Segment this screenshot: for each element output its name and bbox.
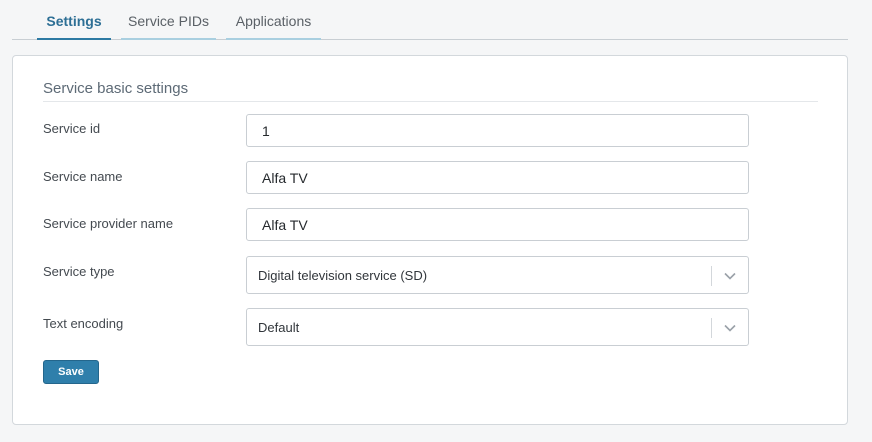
text-encoding-select[interactable]: Default (246, 308, 749, 346)
tab-service-pids[interactable]: Service PIDs (121, 0, 216, 40)
text-encoding-value: Default (258, 320, 300, 335)
service-id-input[interactable] (246, 114, 749, 147)
service-type-value: Digital television service (SD) (258, 268, 428, 283)
settings-panel: Service basic settings Service id Servic… (12, 55, 848, 425)
service-type-select[interactable]: Digital television service (SD) (246, 256, 749, 294)
service-name-input[interactable] (246, 161, 749, 194)
select-separator (711, 318, 712, 338)
tab-applications[interactable]: Applications (226, 0, 321, 40)
chevron-down-icon[interactable] (723, 321, 737, 335)
text-encoding-label: Text encoding (43, 316, 124, 331)
tab-settings[interactable]: Settings (37, 0, 111, 40)
service-name-label: Service name (43, 169, 123, 184)
section-title: Service basic settings (43, 80, 818, 102)
save-button[interactable]: Save (43, 360, 99, 384)
provider-name-input[interactable] (246, 208, 749, 241)
service-type-label: Service type (43, 264, 115, 279)
select-separator (711, 266, 712, 286)
tab-bar: Settings Service PIDs Applications (12, 0, 848, 40)
service-id-label: Service id (43, 121, 101, 136)
provider-name-label: Service provider name (43, 216, 174, 231)
chevron-down-icon[interactable] (723, 269, 737, 283)
